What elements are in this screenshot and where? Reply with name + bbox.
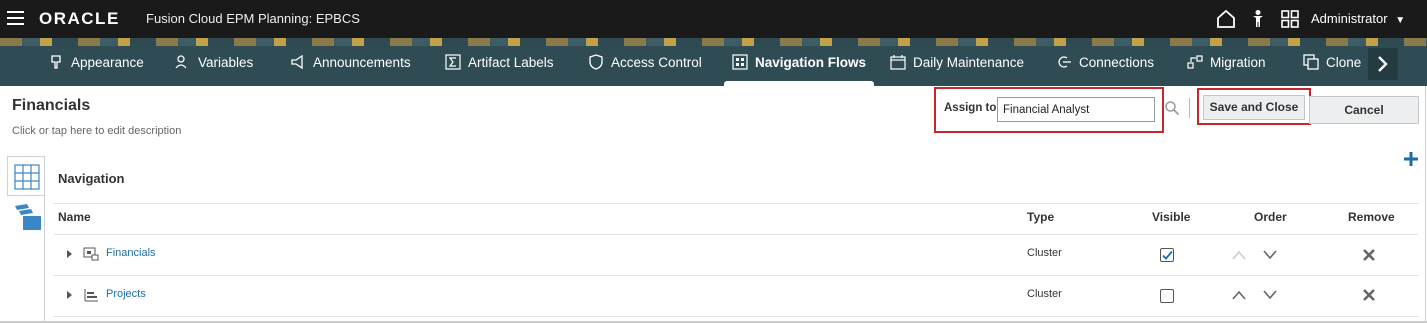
- save-and-close-button[interactable]: Save and Close: [1203, 95, 1305, 120]
- checkmark-icon: [1162, 250, 1173, 260]
- settings-nav-bar: Appearance Variables Announcements Artif…: [0, 46, 1427, 86]
- remove-icon[interactable]: [1362, 248, 1376, 262]
- variables-icon: [175, 55, 187, 69]
- row-name-link[interactable]: Projects: [106, 288, 146, 300]
- tab-label: Migration: [1210, 55, 1266, 70]
- move-down-icon[interactable]: [1263, 290, 1277, 300]
- row-name-link[interactable]: Financials: [106, 247, 156, 259]
- tab-daily-maintenance[interactable]: Daily Maintenance: [890, 46, 1024, 86]
- tab-label: Daily Maintenance: [913, 55, 1025, 70]
- tab-announcements[interactable]: Announcements: [290, 46, 411, 86]
- page-title: Financials: [12, 97, 91, 114]
- divider: [54, 275, 1418, 276]
- tab-artifact-labels[interactable]: Artifact Labels: [445, 46, 554, 86]
- description-edit[interactable]: Click or tap here to edit description: [12, 125, 181, 137]
- section-title: Navigation: [58, 171, 125, 186]
- move-down-icon[interactable]: [1263, 250, 1277, 260]
- tab-label: Variables: [198, 55, 254, 70]
- tab-clone[interactable]: Clone: [1303, 46, 1361, 86]
- sigma-icon: [445, 54, 461, 70]
- add-icon[interactable]: [1402, 150, 1420, 168]
- chevron-right-icon: [1378, 56, 1388, 72]
- side-tab-divider: [44, 156, 45, 323]
- chevron-down-icon: ▼: [1395, 15, 1406, 26]
- expand-icon[interactable]: [67, 291, 72, 299]
- stacked-cards-icon: [15, 204, 41, 230]
- search-icon[interactable]: [1164, 100, 1180, 116]
- tab-label: Navigation Flows: [755, 55, 867, 70]
- column-header-remove: Remove: [1348, 210, 1395, 224]
- side-tab-cards[interactable]: [7, 198, 44, 238]
- column-header-type: Type: [1027, 210, 1055, 224]
- divider: [54, 316, 1418, 317]
- user-name: Administrator: [1311, 11, 1388, 26]
- cluster-icon: [83, 247, 99, 261]
- accessibility-icon[interactable]: [1247, 8, 1269, 30]
- row-type: Cluster: [1027, 247, 1062, 259]
- nav-scroll-right-button[interactable]: [1368, 48, 1398, 80]
- calendar-icon: [890, 54, 906, 70]
- divider: [54, 234, 1418, 235]
- tab-navigation-flows[interactable]: Navigation Flows: [723, 46, 875, 86]
- row-type: Cluster: [1027, 288, 1062, 300]
- grid-icon: [14, 164, 40, 190]
- visible-checkbox[interactable]: [1160, 248, 1174, 262]
- oracle-logo: ORACLE: [39, 9, 120, 28]
- tab-variables[interactable]: Variables: [175, 46, 253, 86]
- grid-apps-icon[interactable]: [1279, 8, 1301, 30]
- move-up-icon[interactable]: [1232, 290, 1246, 300]
- tab-label: Clone: [1326, 55, 1362, 70]
- assign-to-input[interactable]: [997, 97, 1155, 122]
- tab-appearance[interactable]: Appearance: [48, 46, 144, 86]
- tab-connections[interactable]: Connections: [1056, 46, 1154, 86]
- tab-migration[interactable]: Migration: [1187, 46, 1266, 86]
- cluster-icon: [84, 289, 98, 302]
- tab-access-control[interactable]: Access Control: [588, 46, 702, 86]
- user-menu[interactable]: Administrator ▼: [1311, 11, 1405, 26]
- clone-icon: [1303, 54, 1319, 70]
- shield-icon: [589, 54, 603, 70]
- cancel-button[interactable]: Cancel: [1309, 96, 1419, 124]
- appearance-icon: [51, 55, 61, 69]
- tab-label: Appearance: [71, 55, 144, 70]
- divider: [54, 203, 1418, 204]
- expand-icon[interactable]: [67, 250, 72, 258]
- tab-label: Artifact Labels: [468, 55, 554, 70]
- remove-icon[interactable]: [1362, 288, 1376, 302]
- connections-icon: [1058, 56, 1071, 68]
- migration-icon: [1187, 55, 1203, 69]
- tab-label: Announcements: [313, 55, 411, 70]
- move-up-icon: [1232, 250, 1246, 260]
- home-icon[interactable]: [1215, 8, 1237, 30]
- column-header-order: Order: [1254, 210, 1287, 224]
- hamburger-menu-icon[interactable]: [7, 11, 24, 25]
- tab-label: Access Control: [611, 55, 702, 70]
- navigation-flows-icon: [732, 54, 748, 70]
- tab-label: Connections: [1079, 55, 1155, 70]
- column-header-name: Name: [58, 210, 91, 224]
- side-tab-grid[interactable]: [7, 156, 44, 196]
- top-bar: ORACLE Fusion Cloud EPM Planning: EPBCS …: [0, 0, 1427, 38]
- panel-border: [1425, 86, 1426, 323]
- megaphone-icon: [291, 54, 303, 70]
- visible-checkbox[interactable]: [1160, 289, 1174, 303]
- toolbar-divider: [1189, 98, 1190, 118]
- decorative-banner: [0, 38, 1427, 46]
- column-header-visible: Visible: [1152, 210, 1191, 224]
- assign-to-label: Assign to: [944, 102, 997, 114]
- app-title: Fusion Cloud EPM Planning: EPBCS: [146, 11, 360, 26]
